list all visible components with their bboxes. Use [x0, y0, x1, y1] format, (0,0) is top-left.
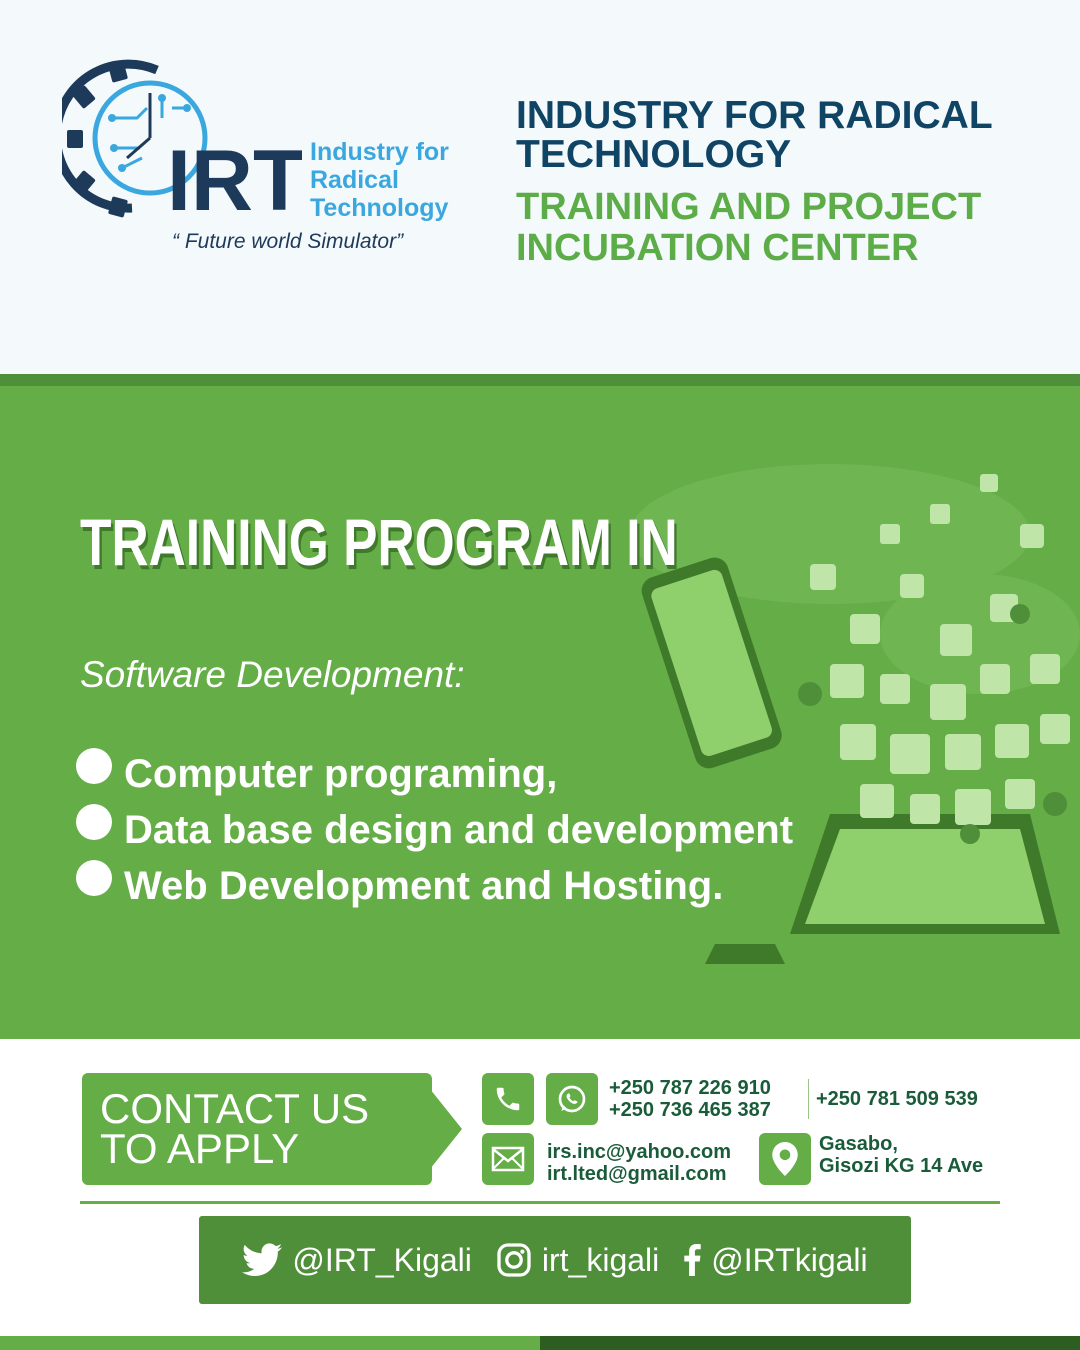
facebook-icon	[684, 1244, 701, 1276]
banner-top-stripe	[0, 374, 1080, 386]
course-item: Computer programing,	[76, 746, 976, 802]
logo-irt-letters: IRT	[167, 133, 302, 228]
phone-number-3[interactable]: +250 781 509 539	[816, 1088, 978, 1110]
course-list: Computer programing, Data base design an…	[76, 746, 976, 914]
address-line-2: Gisozi KG 14 Ave	[819, 1155, 984, 1177]
facebook-handle: @IRTkigali	[711, 1241, 868, 1278]
twitter-link[interactable]: @IRT_Kigali	[242, 1242, 472, 1279]
instagram-icon	[497, 1243, 531, 1277]
mail-icon[interactable]	[482, 1133, 534, 1185]
facebook-link[interactable]: @IRTkigali	[683, 1241, 868, 1279]
footer-stripe-light	[0, 1336, 540, 1350]
whatsapp-icon[interactable]	[546, 1073, 598, 1125]
cta-line-1: CONTACT US	[100, 1085, 370, 1132]
address: Gasabo, Gisozi KG 14 Ave	[819, 1133, 983, 1177]
email-2[interactable]: irt.lted@gmail.com	[547, 1163, 731, 1185]
cta-text: CONTACT US TO APPLY	[100, 1085, 370, 1172]
twitter-handle: @IRT_Kigali	[292, 1241, 472, 1278]
course-item: Web Development and Hosting.	[76, 858, 976, 914]
course-label: Web Development and Hosting.	[124, 863, 724, 908]
logo-tagline: “ Future world Simulator”	[172, 230, 404, 253]
logo-name-line-1: Industry for	[310, 138, 449, 166]
phone-number-1[interactable]: +250 787 226 910	[609, 1077, 771, 1099]
twitter-icon	[242, 1243, 283, 1276]
org-subtitle: TRAINING AND PROJECT INCUBATION CENTER	[516, 186, 982, 269]
social-bar: @IRT_Kigali irt_kigali @IRTkigali	[199, 1216, 911, 1304]
cta-arrow-icon	[430, 1089, 462, 1169]
cta-line-2: TO APPLY	[100, 1125, 300, 1172]
instagram-handle: irt_kigali	[541, 1241, 660, 1278]
footer-stripe-dark	[540, 1336, 1080, 1350]
program-subheading: Software Development:	[80, 654, 465, 695]
irt-gear-logo-icon: IRT	[62, 59, 302, 228]
email-1[interactable]: irs.inc@yahoo.com	[547, 1141, 731, 1163]
logo-name: Industry for Radical Technology	[310, 138, 449, 222]
course-label: Data base design and development	[124, 807, 794, 852]
logo-name-line-3: Technology	[310, 194, 449, 222]
header: IRT Industry for Radical Technology “ Fu…	[0, 0, 1080, 374]
program-banner: TRAINING PROGRAM IN Software Development…	[0, 374, 1080, 1039]
contact-cta-button[interactable]: CONTACT US TO APPLY	[82, 1073, 432, 1185]
org-title: INDUSTRY FOR RADICAL TECHNOLOGY	[516, 94, 992, 176]
phone-numbers: +250 787 226 910 +250 736 465 387	[609, 1077, 771, 1121]
contact-section: CONTACT US TO APPLY +250 787 226 910 +25…	[0, 1039, 1080, 1339]
contact-divider	[80, 1201, 1000, 1204]
address-line-1: Gasabo,	[819, 1133, 898, 1155]
bullet-icon	[76, 804, 112, 840]
phone-divider	[808, 1079, 809, 1119]
bullet-icon	[76, 748, 112, 784]
training-heading: TRAINING PROGRAM IN	[80, 505, 678, 579]
email-addresses: irs.inc@yahoo.com irt.lted@gmail.com	[547, 1141, 731, 1185]
course-item: Data base design and development	[76, 802, 976, 858]
bullet-icon	[76, 860, 112, 896]
location-pin-icon[interactable]	[759, 1133, 811, 1185]
instagram-link[interactable]: irt_kigali	[496, 1242, 659, 1279]
phone-number-2[interactable]: +250 736 465 387	[609, 1099, 771, 1121]
course-label: Computer programing,	[124, 751, 558, 796]
logo-name-line-2: Radical	[310, 166, 399, 194]
phone-icon[interactable]	[482, 1073, 534, 1125]
